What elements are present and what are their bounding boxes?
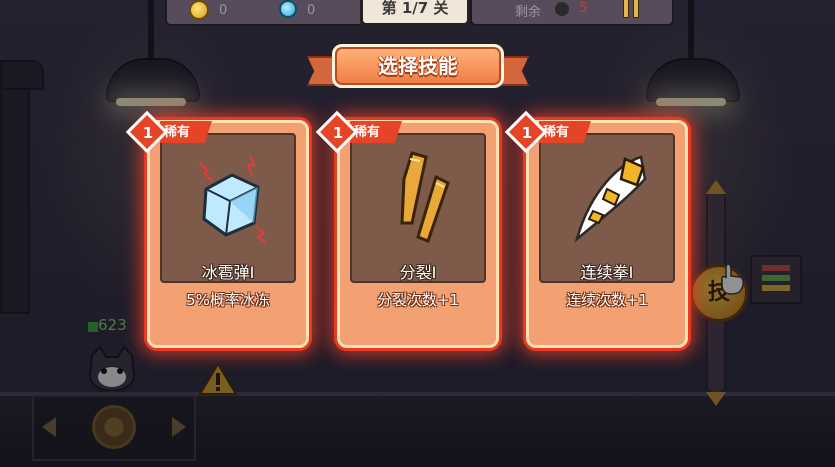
- dialog-title: 选择技能: [378, 54, 458, 78]
- skill-card-name: 冰雹弹I: [201, 263, 255, 282]
- skill-card-ice[interactable]: 冰雹弹I 5%概率冰冻 稀有 1: [125, 110, 309, 348]
- remaining-label: 剩余: [515, 5, 542, 20]
- remaining-count: 5: [579, 1, 588, 16]
- rarity-label: 稀有: [164, 125, 191, 140]
- pause-icon[interactable]: [623, 0, 645, 18]
- skill-card-level: 1: [332, 124, 344, 142]
- coin-icon: [189, 0, 209, 20]
- gem-icon: [279, 0, 297, 18]
- fist-icon: [574, 155, 647, 243]
- skill-card-desc: 分裂次数+1: [376, 291, 460, 309]
- skill-card-level: 1: [521, 124, 533, 142]
- rarity-label: 稀有: [354, 125, 381, 140]
- dialog-title-banner: 选择技能: [307, 44, 529, 92]
- skill-card-desc: 连续次数+1: [565, 291, 649, 309]
- level-text: 第 1/7 关: [381, 0, 449, 17]
- ice-cube-icon: [199, 154, 267, 244]
- skill-card-art-panel: 连续拳I: [539, 133, 675, 283]
- coin-count: 0: [219, 3, 228, 18]
- skill-card-desc: 5%概率冰冻: [186, 291, 270, 309]
- rarity-label: 稀有: [543, 125, 570, 140]
- split-bullet-icon: [400, 151, 450, 243]
- gem-count: 0: [307, 3, 316, 18]
- skill-card-name: 分裂I: [399, 263, 437, 282]
- level-indicator: 第 1/7 关: [360, 0, 470, 26]
- top-hud: 0 0 第 1/7 关 剩余 5: [165, 0, 674, 26]
- skill-card-name: 连续拳I: [580, 263, 634, 282]
- skill-card-level: 1: [142, 124, 154, 142]
- skill-card-art-panel: 分裂I: [350, 133, 486, 283]
- banner-body: 选择技能: [332, 44, 504, 88]
- skill-card-split[interactable]: 分裂I 分裂次数+1 稀有 1: [315, 110, 499, 348]
- skill-card-fist[interactable]: 连续拳I 连续次数+1 稀有 1: [504, 110, 688, 348]
- game-stage: 技 623 0 0 第 1/7 关 剩余 5 选择技能 冰雹弹I 5%概率冰冻 …: [0, 0, 835, 467]
- resource-panel: 0 0: [165, 0, 364, 26]
- skull-icon: [555, 2, 569, 16]
- skill-card-art-panel: 冰雹弹I: [160, 133, 296, 283]
